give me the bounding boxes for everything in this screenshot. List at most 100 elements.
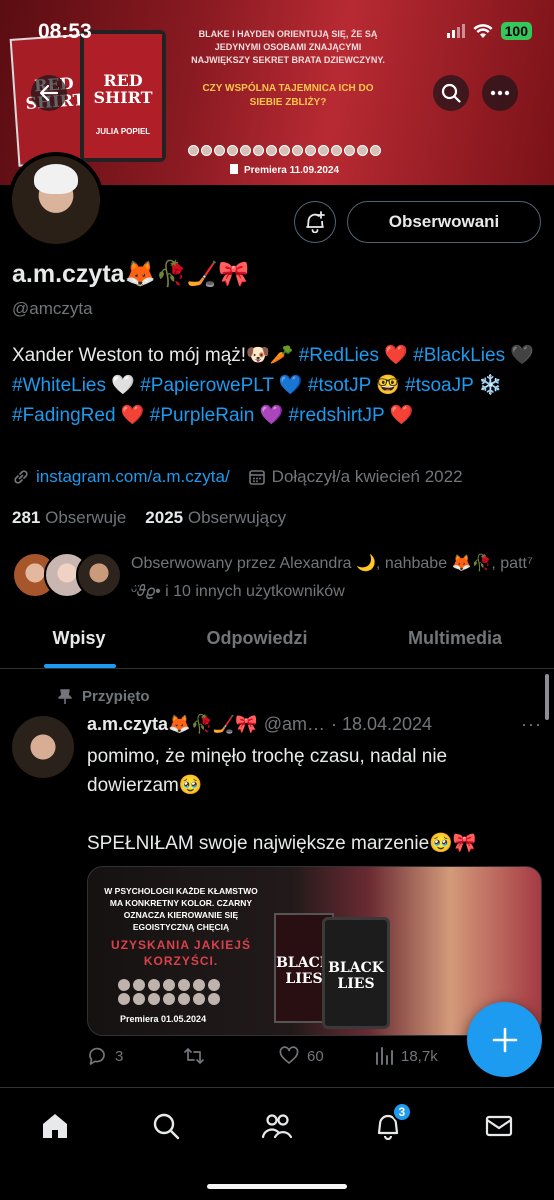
bio-hashtag[interactable]: #BlackLies — [413, 345, 505, 366]
reply-icon — [89, 1047, 105, 1065]
bio-hashtag[interactable]: #tsoaJP — [405, 375, 473, 396]
followed-by-avatars[interactable] — [12, 552, 122, 598]
pinned-label: Przypięto — [82, 688, 150, 705]
bio-text: ❤️ — [378, 345, 414, 366]
media-ebook-title: BLACK LIES — [328, 960, 384, 992]
nav-messages[interactable] — [479, 1106, 519, 1146]
more-dots-icon — [490, 90, 510, 96]
like-button[interactable]: 60 — [279, 1046, 375, 1066]
home-icon — [43, 1114, 68, 1138]
media-caption-red: UZYSKANIA JAKIEJŚ KORZYŚCI. — [111, 938, 251, 968]
profile-joined: Dołączył/a kwiecień 2022 — [248, 467, 463, 487]
retweet-button[interactable] — [183, 1046, 279, 1066]
nav-search[interactable] — [146, 1106, 186, 1146]
bio-text: 🤓 — [370, 375, 406, 396]
bio-hashtag[interactable]: #PurpleRain — [150, 405, 255, 426]
tweet-text: pomimo, że minęło trochę czasu, nadal ni… — [87, 746, 477, 854]
following-count: 281 — [12, 508, 41, 527]
views-button[interactable]: 18,7k — [375, 1047, 471, 1065]
search-icon — [441, 83, 461, 103]
media-avatar-grid — [118, 979, 221, 1005]
plus-icon — [492, 1027, 517, 1052]
nav-communities[interactable] — [257, 1106, 297, 1146]
tweet-avatar[interactable] — [12, 716, 74, 778]
retweet-icon — [184, 1048, 204, 1064]
status-time: 08:53 — [38, 20, 92, 43]
arrow-left-icon — [39, 84, 59, 102]
home-indicator[interactable] — [207, 1184, 347, 1189]
profile-meta: instagram.com/a.m.czyta/ Dołączył/a kwie… — [12, 467, 463, 487]
nav-notifications[interactable]: 3 — [368, 1102, 412, 1146]
wifi-icon — [473, 24, 493, 38]
views-chart-icon — [376, 1047, 393, 1065]
search-icon — [153, 1113, 180, 1140]
communities-icon — [261, 1114, 293, 1139]
bio-text: ❤️ — [384, 405, 414, 426]
search-button[interactable] — [433, 75, 469, 111]
tweet-header: a.m.czyta🦊🥀🏒🎀 @am… · 18.04.2024 ··· — [87, 714, 542, 735]
profile-website-link[interactable]: instagram.com/a.m.czyta/ — [36, 467, 230, 487]
bio-text: ❤️ — [115, 405, 150, 426]
link-icon — [14, 470, 28, 484]
tweet-media-image[interactable]: W PSYCHOLOGII KAŻDE KŁAMSTWO MA KONKRETN… — [87, 866, 542, 1036]
tweet-author-name[interactable]: a.m.czyta🦊🥀🏒🎀 — [87, 714, 258, 735]
back-button[interactable] — [31, 75, 67, 111]
heart-icon — [279, 1046, 299, 1064]
views-count: 18,7k — [401, 1047, 438, 1065]
profile-avatar[interactable] — [8, 152, 104, 248]
following-button[interactable]: Obserwowani — [347, 201, 541, 243]
battery-indicator: 100 — [500, 22, 532, 40]
cellular-signal-icon — [446, 24, 465, 38]
reply-count: 3 — [115, 1047, 124, 1065]
media-book-ebook: BLACK LIES — [322, 917, 390, 1029]
banner-avatar-row — [188, 145, 381, 156]
tweet-actions: 3 60 18,7k — [87, 1046, 487, 1066]
bell-plus-icon — [306, 211, 325, 233]
profile-joined-text: Dołączył/a kwiecień 2022 — [271, 467, 463, 486]
nav-home[interactable] — [35, 1106, 75, 1146]
compose-post-button[interactable] — [467, 1002, 542, 1077]
tab-media[interactable]: Multimedia — [356, 612, 554, 668]
followers-count: 2025 — [145, 508, 184, 527]
calendar-icon — [248, 470, 265, 485]
banner-premiere: Premiera 11.09.2024 — [230, 164, 339, 176]
bio-text: 💙 — [273, 375, 308, 396]
bio-text: 🤍 — [106, 375, 141, 396]
tab-posts[interactable]: Wpisy — [0, 612, 158, 668]
tweet-more-icon[interactable]: ··· — [521, 714, 542, 735]
following-count-link[interactable]: 281 Obserwuje — [12, 508, 126, 527]
bio-hashtag[interactable]: #FadingRed — [12, 405, 116, 426]
following-label: Obserwuje — [45, 508, 127, 527]
envelope-icon — [485, 1115, 512, 1137]
more-options-button[interactable] — [482, 75, 518, 111]
media-caption: W PSYCHOLOGII KAŻDE KŁAMSTWO MA KONKRETN… — [104, 886, 258, 932]
banner-book-author: JULIA POPIEL — [95, 127, 151, 136]
like-count: 60 — [307, 1047, 324, 1065]
followers-count-link[interactable]: 2025 Obserwujący — [145, 508, 286, 527]
bio-text: ❄️ — [473, 375, 503, 396]
tweet-author-handle[interactable]: @am… — [264, 714, 325, 735]
tab-replies[interactable]: Odpowiedzi — [158, 612, 356, 668]
bio-text: 💜 — [254, 405, 289, 426]
profile-bio: Xander Weston to mój mąż!🐶🥕 #RedLies ❤️ … — [12, 341, 542, 431]
profile-handle: @amczyta — [12, 299, 93, 318]
bio-hashtag[interactable]: #PapierowePLT — [140, 375, 273, 396]
bio-hashtag[interactable]: #tsotJP — [308, 375, 371, 396]
media-premiere: Premiera 01.05.2024 — [120, 1014, 207, 1024]
bio-hashtag[interactable]: #RedLies — [299, 345, 379, 366]
status-bar: 08:53 100 — [0, 0, 554, 60]
pin-icon — [58, 688, 72, 704]
followed-by-text[interactable]: Obserwowany przez Alexandra 🌙, nahbabe 🦊… — [131, 550, 541, 606]
tweet-date[interactable]: · 18.04.2024 — [331, 714, 432, 735]
followers-label: Obserwujący — [187, 508, 287, 527]
reply-button[interactable]: 3 — [87, 1046, 183, 1066]
profile-counts: 281 Obserwuje 2025 Obserwujący — [12, 508, 286, 528]
profile-tabs: Wpisy Odpowiedzi Multimedia — [0, 612, 554, 669]
bio-hashtag[interactable]: #WhiteLies — [12, 375, 106, 396]
notifications-subscribe-button[interactable] — [294, 201, 336, 243]
scrollbar[interactable] — [545, 674, 549, 720]
bottom-navigation: 3 — [0, 1087, 554, 1200]
pinned-indicator: Przypięto — [58, 688, 150, 705]
bio-hashtag[interactable]: #redshirtJP — [289, 405, 385, 426]
profile-display-name: a.m.czyta🦊🥀🏒🎀 — [12, 260, 250, 288]
